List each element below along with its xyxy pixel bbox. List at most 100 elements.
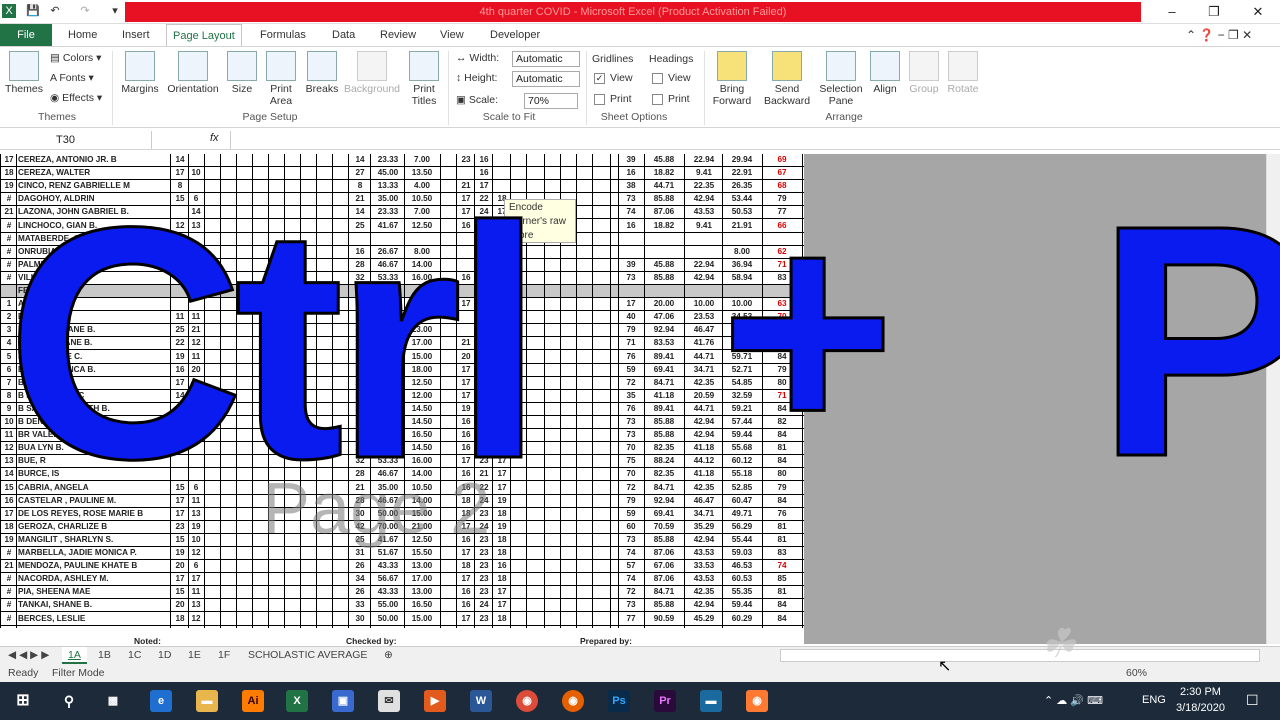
cell-name[interactable]: BUE, R — [18, 455, 168, 467]
cell-a[interactable]: 19 — [172, 442, 188, 454]
cell-a[interactable] — [172, 259, 188, 271]
cell-p[interactable]: 48.33 — [372, 403, 404, 415]
cell-a[interactable]: 22 — [172, 337, 188, 349]
cell-c2[interactable] — [476, 220, 492, 232]
cell-name[interactable]: BURCE, IS — [18, 468, 168, 480]
cell-a[interactable]: 14 — [172, 154, 188, 166]
cell-p[interactable] — [372, 285, 404, 297]
orientation-button[interactable]: Orientation — [164, 51, 222, 95]
cell-b[interactable]: 6 — [188, 560, 204, 572]
cell-ws[interactable]: 20.59 — [686, 390, 722, 402]
cell-p[interactable]: 48.33 — [372, 416, 404, 428]
cell-tot[interactable]: 17 — [620, 298, 642, 310]
tab-file[interactable]: File — [0, 24, 52, 46]
cell-name[interactable]: CASTELAR , PAULINE M. — [18, 495, 168, 507]
sheet-tab[interactable]: 1C — [122, 647, 147, 664]
cell-w[interactable]: 13.00 — [406, 560, 438, 572]
cell-n[interactable]: # — [2, 573, 16, 585]
cell-c3[interactable]: 17 — [494, 599, 510, 611]
sheet-nav-arrows-icon[interactable]: ◀◀▶▶ — [2, 647, 58, 664]
horizontal-scrollbar[interactable] — [780, 649, 1260, 662]
cell-p[interactable]: 13.33 — [372, 180, 404, 192]
close-button[interactable]: ✕ — [1238, 0, 1278, 24]
cell-a[interactable]: 12 — [172, 220, 188, 232]
cell-tot[interactable]: 74 — [620, 206, 642, 218]
cell-p[interactable]: 41.67 — [372, 377, 404, 389]
cell-ps[interactable]: 82.35 — [646, 468, 682, 480]
cell-b[interactable] — [188, 455, 204, 467]
tab-review[interactable]: Review — [374, 24, 422, 46]
cell-p[interactable]: 23.33 — [372, 206, 404, 218]
cell-a[interactable]: 17 — [172, 508, 188, 520]
cell-ig[interactable]: 58.76 — [724, 337, 760, 349]
cell-qg[interactable]: 84 — [764, 455, 800, 467]
cell-b[interactable]: 12 — [188, 613, 204, 625]
cell-n[interactable]: # — [2, 547, 16, 559]
cell-c3[interactable]: 17 — [494, 351, 510, 363]
cell-c1[interactable]: 18 — [458, 560, 474, 572]
cell-w[interactable]: 18.00 — [406, 364, 438, 376]
cell-t[interactable] — [350, 298, 370, 310]
cell-c2[interactable]: 22 — [476, 351, 492, 363]
cell-ps[interactable]: 69.41 — [646, 364, 682, 376]
cell-c2[interactable] — [476, 298, 492, 310]
cell-name[interactable]: MARBELLA, JADIE MONICA P. — [18, 547, 168, 559]
cell-b[interactable]: 9 — [188, 403, 204, 415]
cell-p[interactable]: 55.00 — [372, 599, 404, 611]
cell-ps[interactable]: 85.88 — [646, 416, 682, 428]
cell-qg[interactable]: 83 — [764, 272, 800, 284]
cell-n[interactable]: 18 — [2, 521, 16, 533]
cell-n[interactable]: # — [2, 246, 16, 258]
cell-w[interactable]: 11.00 — [406, 311, 438, 323]
cell-ws[interactable]: 35.29 — [686, 521, 722, 533]
cell-ps[interactable]: 67.06 — [646, 560, 682, 572]
cell-ig[interactable]: 59.44 — [724, 429, 760, 441]
cell-w[interactable]: 12.50 — [406, 377, 438, 389]
cell-c2[interactable] — [476, 390, 492, 402]
cell-qg[interactable]: 77 — [764, 206, 800, 218]
save-icon[interactable]: 💾 — [26, 4, 40, 18]
cell-a[interactable]: 20 — [172, 403, 188, 415]
cell-c1[interactable]: 17 — [458, 377, 474, 389]
cell-c1[interactable]: 17 — [458, 364, 474, 376]
cell-tot[interactable]: 76 — [620, 351, 642, 363]
cell-ws[interactable]: 9.41 — [686, 220, 722, 232]
cell-name[interactable]: LINCHOCO, GIAN B. — [18, 220, 168, 232]
cell-tot[interactable]: 72 — [620, 482, 642, 494]
cell-a[interactable]: 14 — [172, 390, 188, 402]
cell-name[interactable]: B SANDY HARRIETH B. — [18, 403, 168, 415]
clock-date[interactable]: 3/18/2020 — [1176, 702, 1225, 714]
formula-input[interactable] — [230, 131, 1266, 149]
cell-n[interactable]: 4 — [2, 337, 16, 349]
cell-tot[interactable]: 73 — [620, 534, 642, 546]
cell-ps[interactable] — [646, 246, 682, 258]
cell-qg[interactable]: 85 — [764, 573, 800, 585]
cell-ig[interactable]: 59.71 — [724, 351, 760, 363]
cell-t[interactable]: 25 — [350, 220, 370, 232]
word-icon[interactable]: W — [470, 690, 492, 712]
cell-b[interactable]: 10 — [188, 534, 204, 546]
cell-t[interactable]: 32 — [350, 455, 370, 467]
cell-name[interactable]: CEREZA, ANTONIO JR. B — [18, 154, 168, 166]
language-indicator[interactable]: ENG — [1142, 694, 1166, 706]
cell-ws[interactable] — [686, 285, 722, 297]
background-button[interactable]: Background — [342, 51, 402, 95]
cell-p[interactable]: 43.33 — [372, 560, 404, 572]
gridlines-print-checkbox[interactable] — [594, 94, 605, 105]
cell-t[interactable]: 14 — [350, 206, 370, 218]
cell-ps[interactable]: 85.88 — [646, 599, 682, 611]
cell-n[interactable]: 19 — [2, 180, 16, 192]
cell-ig[interactable]: 57.44 — [724, 416, 760, 428]
cell-ps[interactable]: 41.18 — [646, 390, 682, 402]
cell-ig[interactable]: 69.47 — [724, 324, 760, 336]
cell-w[interactable]: 10.50 — [406, 193, 438, 205]
cell-n[interactable]: # — [2, 599, 16, 611]
cell-qg[interactable]: 66 — [764, 220, 800, 232]
headings-view-checkbox[interactable] — [652, 73, 663, 84]
cell-ps[interactable] — [646, 233, 682, 245]
cell-ws[interactable]: 42.94 — [686, 272, 722, 284]
group-button[interactable]: Group — [906, 51, 942, 95]
cell-b[interactable]: 17 — [188, 573, 204, 585]
cell-p[interactable]: 45.00 — [372, 167, 404, 179]
cell-qg[interactable]: 70 — [764, 311, 800, 323]
